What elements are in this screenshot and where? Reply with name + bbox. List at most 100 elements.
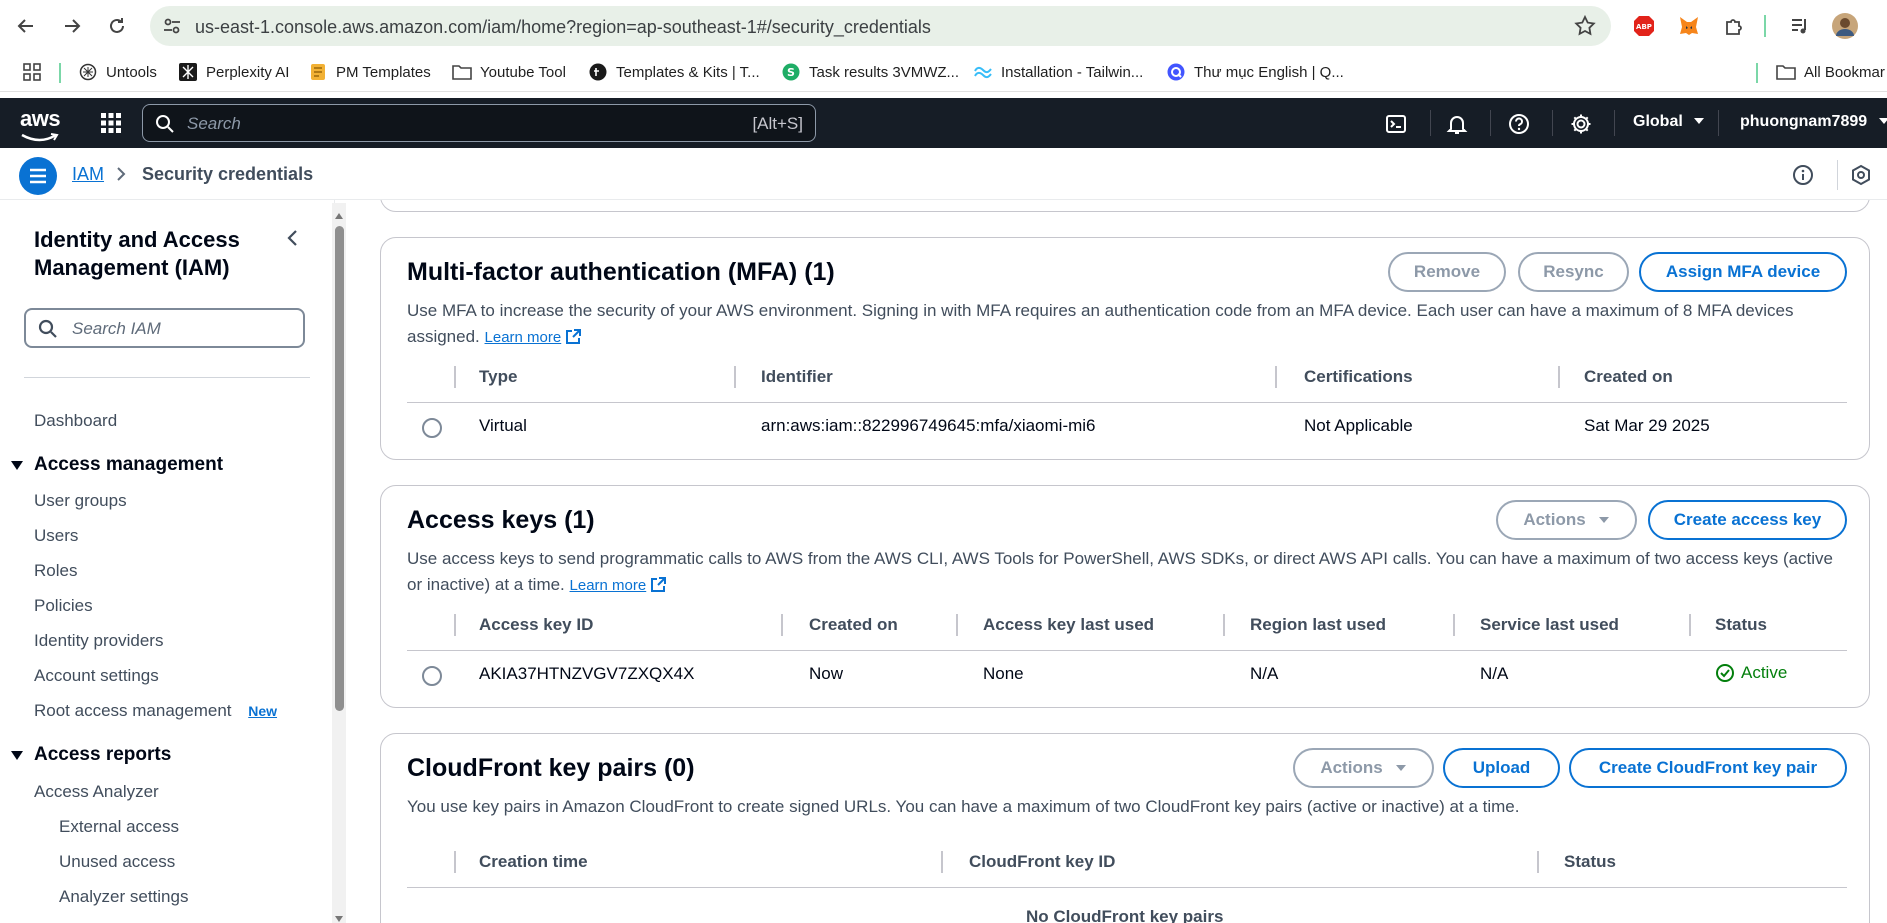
actions-label: Actions: [1523, 510, 1586, 529]
assign-mfa-device-button[interactable]: Assign MFA device: [1639, 252, 1847, 292]
mfa-type-cell: Virtual: [479, 416, 527, 435]
mfa-learn-more-link[interactable]: Learn more: [485, 329, 562, 346]
caret-down-icon: [1878, 118, 1887, 124]
sidebar-item-account-settings[interactable]: Account settings: [34, 666, 159, 686]
cloudfront-actions-button[interactable]: Actions: [1293, 748, 1434, 788]
bookmark-tailwind[interactable]: Installation - Tailwin...: [973, 60, 1143, 84]
access-keys-actions-button[interactable]: Actions: [1496, 500, 1637, 540]
bookmarks-divider: [59, 63, 61, 83]
remove-mfa-button[interactable]: Remove: [1388, 252, 1506, 292]
bookmark-task-results[interactable]: S Task results 3VMWZ...: [781, 60, 959, 84]
table-header-rule: [407, 650, 1847, 651]
sidebar-title: Identity and Access Management (IAM): [34, 227, 240, 280]
sidebar-item-identity-providers[interactable]: Identity providers: [34, 631, 163, 651]
sidebar-divider: [24, 377, 310, 378]
account-menu[interactable]: phuongnam7899: [1740, 113, 1887, 131]
extensions-puzzle-icon[interactable]: [1721, 13, 1747, 39]
column-divider: [454, 851, 456, 873]
search-placeholder: Search: [187, 114, 241, 133]
side-nav-toggle[interactable]: [19, 157, 57, 195]
sidebar-item-users[interactable]: Users: [34, 526, 78, 546]
access-key-service-cell: N/A: [1480, 664, 1509, 683]
svg-text:ABP: ABP: [1636, 23, 1652, 31]
table-header-rule: [407, 402, 1847, 403]
mfa-description-text: Use MFA to increase the security of your…: [407, 301, 1794, 346]
upload-button[interactable]: Upload: [1443, 748, 1560, 788]
sidebar-item-dashboard[interactable]: Dashboard: [34, 411, 117, 431]
address-bar[interactable]: us-east-1.console.aws.amazon.com/iam/hom…: [150, 6, 1611, 46]
url-text: us-east-1.console.aws.amazon.com/iam/hom…: [195, 17, 931, 37]
collapse-sidebar-button[interactable]: [283, 228, 303, 253]
browser-toolbar: us-east-1.console.aws.amazon.com/iam/hom…: [0, 0, 1887, 52]
services-grid-icon[interactable]: [100, 112, 122, 139]
bookmark-untools[interactable]: Untools: [78, 60, 157, 84]
sidebar-item-external-access[interactable]: External access: [59, 817, 179, 837]
resync-mfa-button[interactable]: Resync: [1518, 252, 1629, 292]
mfa-container: Multi-factor authentication (MFA) (1) Re…: [380, 237, 1870, 460]
info-icon[interactable]: [1790, 162, 1816, 188]
bookmark-star-icon[interactable]: [1573, 14, 1597, 43]
column-divider: [956, 614, 958, 636]
aws-logo[interactable]: aws: [20, 106, 61, 142]
profile-avatar[interactable]: [1832, 13, 1858, 39]
settings-gear-icon[interactable]: [1568, 111, 1594, 137]
mfa-description: Use MFA to increase the security of your…: [407, 298, 1847, 353]
untools-icon: [78, 62, 98, 82]
mfa-row-radio[interactable]: [422, 418, 442, 438]
scroll-up-arrow-icon[interactable]: [334, 207, 344, 225]
actions-label: Actions: [1320, 758, 1383, 777]
side-navigation: Identity and Access Management (IAM) Sea…: [0, 200, 335, 923]
create-cloudfront-key-pair-button[interactable]: Create CloudFront key pair: [1569, 748, 1847, 788]
breadcrumb-iam-link[interactable]: IAM: [72, 164, 104, 185]
all-bookmarks-label: All Bookmar: [1804, 63, 1885, 81]
bookmark-english[interactable]: Thư mục English | Q...: [1166, 60, 1344, 84]
region-selector[interactable]: Global: [1633, 113, 1705, 131]
apps-grid-icon[interactable]: [22, 60, 42, 84]
back-button[interactable]: [12, 12, 40, 40]
reload-icon: [110, 18, 124, 33]
caret-down-icon: [11, 461, 23, 470]
search-icon: [155, 114, 175, 139]
metamask-fox-icon[interactable]: [1676, 13, 1702, 39]
sidebar-item-user-groups[interactable]: User groups: [34, 491, 127, 511]
column-header-identifier: Identifier: [761, 367, 833, 386]
access-key-row-radio[interactable]: [422, 666, 442, 686]
region-label: Global: [1633, 113, 1683, 130]
sidebar-item-access-analyzer[interactable]: Access Analyzer: [34, 782, 159, 802]
column-header-service: Service last used: [1480, 615, 1619, 634]
section-access-reports[interactable]: Access reports: [10, 744, 171, 766]
bookmark-perplexity[interactable]: Perplexity AI: [178, 60, 289, 84]
forward-button[interactable]: [58, 12, 86, 40]
bookmark-youtube-tool[interactable]: Youtube Tool: [452, 60, 566, 84]
help-icon[interactable]: [1506, 111, 1532, 137]
notifications-bell-icon[interactable]: [1444, 111, 1470, 137]
sidebar-scroll-thumb[interactable]: [335, 226, 344, 711]
bookmark-templates-kits[interactable]: Templates & Kits | T...: [588, 60, 760, 84]
bookmark-pm-templates[interactable]: PM Templates: [308, 60, 431, 84]
access-keys-learn-more-link[interactable]: Learn more: [570, 577, 647, 594]
sidebar-item-policies[interactable]: Policies: [34, 596, 93, 616]
feedback-icon[interactable]: [1848, 162, 1874, 188]
all-bookmarks[interactable]: All Bookmar: [1776, 60, 1885, 84]
search-iam-input[interactable]: Search IAM: [24, 308, 305, 348]
sidebar-item-unused-access[interactable]: Unused access: [59, 852, 175, 872]
column-header-status: Status: [1564, 852, 1616, 871]
media-controls-icon[interactable]: [1787, 13, 1813, 39]
section-access-management[interactable]: Access management: [10, 454, 223, 476]
sidebar-item-root-access-management[interactable]: Root access management New: [34, 701, 277, 721]
cloudshell-icon[interactable]: [1383, 111, 1409, 137]
adblock-icon[interactable]: ABP: [1631, 13, 1657, 39]
column-header-created-on: Created on: [809, 615, 898, 634]
bookmark-label: Untools: [106, 63, 157, 81]
scroll-down-arrow-icon[interactable]: [334, 910, 344, 923]
breadcrumb-current: Security credentials: [142, 164, 314, 184]
column-divider: [1453, 614, 1455, 636]
create-access-key-button[interactable]: Create access key: [1648, 500, 1847, 540]
sidebar-item-roles[interactable]: Roles: [34, 561, 77, 581]
console-search-input[interactable]: Search [Alt+S]: [142, 104, 816, 142]
sidebar-item-analyzer-settings[interactable]: Analyzer settings: [59, 887, 188, 907]
column-divider: [454, 366, 456, 388]
access-key-last-used-cell: None: [983, 664, 1024, 683]
site-settings-icon[interactable]: [162, 16, 182, 41]
reload-button[interactable]: [103, 12, 131, 40]
